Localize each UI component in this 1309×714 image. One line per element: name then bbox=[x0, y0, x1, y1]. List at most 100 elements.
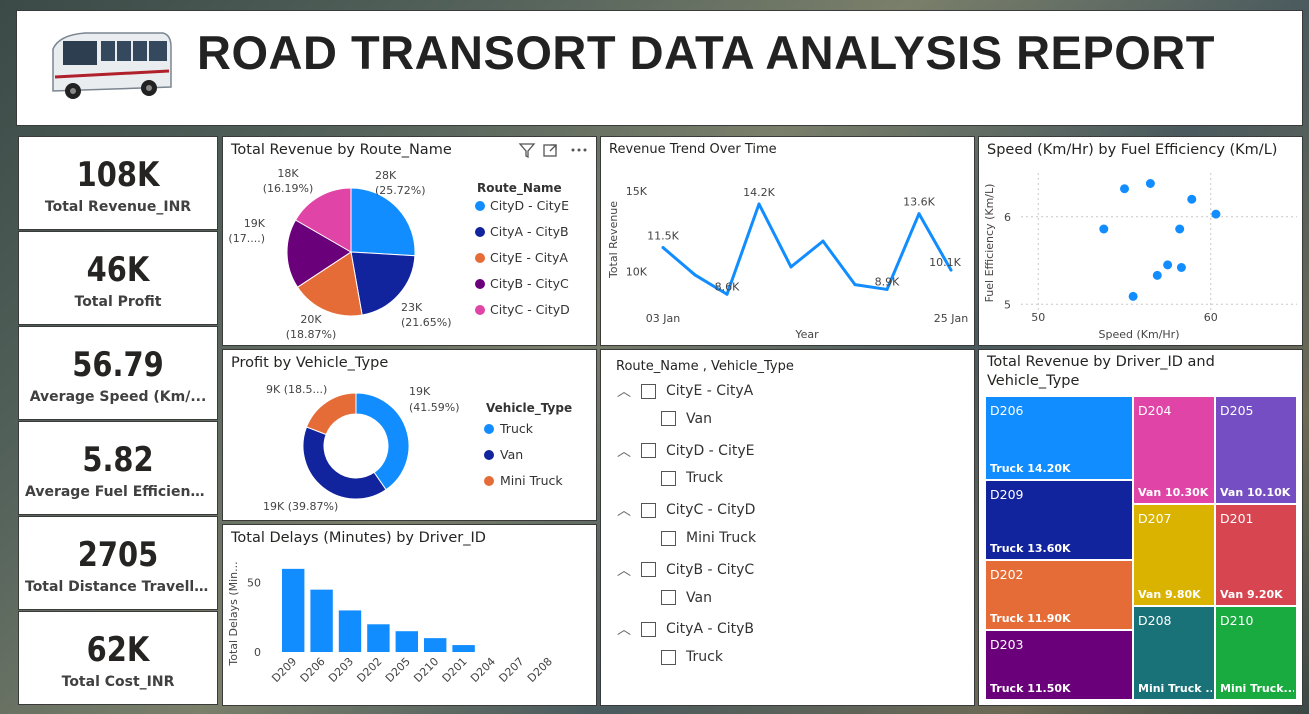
chevron-up-icon[interactable]: ︿ bbox=[617, 381, 635, 401]
legend-marker bbox=[475, 305, 485, 315]
x-tick-label: 50 bbox=[1031, 311, 1045, 324]
bar-d209 bbox=[282, 568, 305, 652]
y-tick-label: 15K bbox=[626, 185, 648, 198]
chevron-up-icon[interactable]: ︿ bbox=[617, 560, 635, 580]
checkbox[interactable] bbox=[661, 411, 676, 427]
slicer-item-label: CityA - CityB bbox=[666, 621, 755, 638]
kpi-card-total-revenue[interactable]: 108K Total Revenue_INR bbox=[18, 136, 218, 230]
donut-value-label: 19K bbox=[409, 385, 431, 398]
revenue-point bbox=[917, 212, 921, 216]
checkbox[interactable] bbox=[661, 530, 676, 546]
legend-item-label: CityC - CityD bbox=[490, 302, 570, 317]
treemap-tile-d204[interactable]: D204 Van 10.30K bbox=[1133, 396, 1215, 504]
treemap-tile-id: D209 bbox=[990, 487, 1024, 502]
driver-revenue-treemap-visual[interactable]: Total Revenue by Driver_ID and Vehicle_T… bbox=[978, 349, 1303, 706]
revenue-point bbox=[789, 265, 793, 269]
pie-percent-label: (16.19%) bbox=[263, 182, 314, 195]
checkbox[interactable] bbox=[641, 383, 656, 399]
legend-marker bbox=[475, 201, 485, 211]
delays-bar-visual[interactable]: Total Delays (Minutes) by Driver_ID 0 50 T… bbox=[222, 524, 597, 706]
scatter-point bbox=[1152, 270, 1162, 280]
treemap-tile-d201[interactable]: D201 Van 9.20K bbox=[1215, 504, 1297, 606]
slicer-item-label: Van bbox=[686, 589, 712, 606]
chevron-up-icon[interactable]: ︿ bbox=[617, 441, 635, 461]
delays-bar-chart: 050Total Delays (Min...D209D206D203D202D… bbox=[227, 561, 555, 685]
slicer-item-label: CityB - CityC bbox=[666, 561, 755, 578]
scatter-point bbox=[1175, 224, 1185, 234]
pie-slice-cityd-citye bbox=[350, 187, 416, 257]
x-tick-label: D203 bbox=[326, 655, 356, 685]
slicer-vehicle-item[interactable]: Van bbox=[661, 411, 712, 427]
checkbox[interactable] bbox=[641, 443, 656, 459]
treemap-tile-d205[interactable]: D205 Van 10.10K bbox=[1215, 396, 1297, 504]
x-axis-label: Speed (Km/Hr) bbox=[1099, 328, 1180, 341]
route-vehicle-slicer[interactable]: Route_Name , Vehicle_Type ︿ CityE - CityA… bbox=[600, 349, 975, 706]
scatter-point bbox=[1120, 184, 1129, 194]
kpi-card-average-fuel-efficiency[interactable]: 5.82 Average Fuel Efficienc... bbox=[18, 421, 218, 515]
route-revenue-pie-visual[interactable]: Total Revenue by Route_Name 28K (25.72%) 2… bbox=[222, 136, 597, 346]
checkbox[interactable] bbox=[641, 502, 656, 518]
treemap-tile-id: D205 bbox=[1220, 403, 1254, 418]
bar-d203 bbox=[338, 610, 362, 652]
treemap-tile-d209[interactable]: D209 Truck 13.60K bbox=[985, 480, 1133, 560]
kpi-card-total-profit[interactable]: 46K Total Profit bbox=[18, 231, 218, 325]
treemap-tile-d203[interactable]: D203 Truck 11.50K bbox=[985, 630, 1133, 700]
slicer-route-item[interactable]: ︿ CityB - CityC bbox=[617, 560, 754, 580]
checkbox[interactable] bbox=[661, 590, 676, 606]
treemap-tile-d207[interactable]: D207 Van 9.80K bbox=[1133, 504, 1215, 606]
slicer-route-item[interactable]: ︿ CityA - CityB bbox=[617, 619, 754, 639]
revenue-point bbox=[693, 273, 697, 277]
x-axis-label: Year bbox=[794, 328, 819, 341]
x-tick-label: 60 bbox=[1204, 311, 1218, 324]
point-label: 8.9K bbox=[875, 275, 900, 288]
x-tick-label: D201 bbox=[440, 655, 470, 685]
legend-item-label: CityB - CityC bbox=[490, 276, 569, 291]
y-tick-label: 50 bbox=[247, 577, 261, 590]
legend-marker bbox=[484, 424, 494, 434]
slicer-route-item[interactable]: ︿ CityC - CityD bbox=[617, 500, 755, 520]
kpi-value: 5.82 bbox=[82, 440, 154, 480]
bus-logo bbox=[52, 32, 172, 99]
treemap-tile-d210[interactable]: D210 Mini Truck... bbox=[1215, 606, 1297, 700]
scatter-point bbox=[1099, 224, 1109, 234]
kpi-card-total-cost[interactable]: 62K Total Cost_INR bbox=[18, 611, 218, 705]
revenue-trend-visual[interactable]: Revenue Trend Over Time 10K 15K Total Reve… bbox=[600, 136, 975, 346]
legend-marker bbox=[475, 253, 485, 263]
legend-item-label: CityD - CityE bbox=[490, 198, 569, 213]
checkbox[interactable] bbox=[641, 562, 656, 578]
x-tick-label: D209 bbox=[269, 655, 299, 685]
slicer-item-label: CityC - CityD bbox=[666, 502, 756, 519]
slicer-route-item[interactable]: ︿ CityD - CityE bbox=[617, 441, 754, 461]
kpi-label: Total Profit bbox=[74, 294, 162, 310]
treemap-tile-id: D202 bbox=[990, 567, 1024, 582]
slicer-vehicle-item[interactable]: Mini Truck bbox=[661, 530, 756, 546]
treemap-tile-d202[interactable]: D202 Truck 11.90K bbox=[985, 560, 1133, 630]
slicer-vehicle-item[interactable]: Truck bbox=[661, 470, 723, 486]
revenue-line bbox=[662, 202, 953, 296]
checkbox[interactable] bbox=[661, 470, 676, 486]
legend-marker bbox=[475, 227, 485, 237]
treemap-tile-d208[interactable]: D208 Mini Truck ... bbox=[1133, 606, 1215, 700]
visual-title-line2: Vehicle_Type bbox=[987, 373, 1080, 389]
checkbox[interactable] bbox=[641, 621, 656, 637]
slicer-item-label: Van bbox=[686, 410, 712, 427]
speed-fuel-scatter-visual[interactable]: Speed (Km/Hr) by Fuel Efficiency (Km/L) … bbox=[978, 136, 1303, 346]
slicer-vehicle-item[interactable]: Truck bbox=[661, 649, 723, 665]
vehicle-profit-donut-visual[interactable]: Profit by Vehicle_Type 19K (41.59%) 19K (3… bbox=[222, 349, 597, 521]
x-tick-label: D206 bbox=[298, 655, 328, 685]
speed-fuel-scatter-chart: 5 6 50 60 Fuel Efficiency (Km/L) Speed (Km/Hr… bbox=[983, 173, 1297, 341]
treemap-tile-d206[interactable]: D206 Truck 14.20K bbox=[985, 396, 1133, 480]
point-label: 11.5K bbox=[647, 230, 679, 243]
chevron-up-icon[interactable]: ︿ bbox=[617, 500, 635, 520]
chevron-up-icon[interactable]: ︿ bbox=[617, 619, 635, 639]
donut-value-label: 9K (18.5...) bbox=[266, 383, 327, 396]
slicer-vehicle-item[interactable]: Van bbox=[661, 590, 712, 606]
slicer-route-item[interactable]: ︿ CityE - CityA bbox=[617, 381, 753, 401]
route-pie-chart: 28K (25.72%) 23K (21.65%) 20K (18.87%) 19K (17.… bbox=[228, 167, 570, 341]
checkbox[interactable] bbox=[661, 649, 676, 665]
bar-d205 bbox=[395, 631, 418, 652]
kpi-card-total-distance[interactable]: 2705 Total Distance Travelled bbox=[18, 516, 218, 610]
legend-title: Route_Name bbox=[477, 181, 562, 196]
kpi-card-average-speed[interactable]: 56.79 Average Speed (Km/... bbox=[18, 326, 218, 420]
donut-slice-truck bbox=[355, 392, 410, 491]
